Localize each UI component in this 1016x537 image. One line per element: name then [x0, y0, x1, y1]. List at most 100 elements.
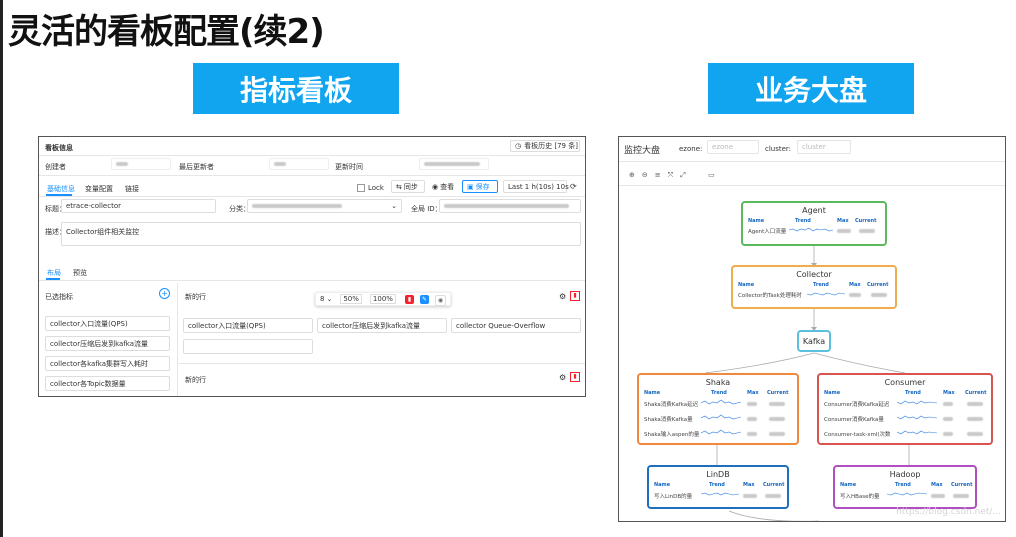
metric-row-name: Collector的Task处理耗时	[738, 293, 802, 299]
title-input-value: etrace-collector	[66, 202, 121, 210]
node-hadoop[interactable]: Hadoop Name Trend Max Current 写入HBase的量	[833, 465, 977, 509]
max-value-redacted	[849, 293, 861, 297]
delete-icon[interactable]: ▮	[405, 295, 414, 304]
current-value-redacted	[859, 229, 875, 233]
history-button[interactable]: ◷ 看板历史 [79 条]	[510, 140, 580, 152]
col-header-name: Name	[644, 390, 661, 396]
col-header-trend: Trend	[709, 482, 725, 488]
business-board-screenshot: 监控大盘 ezone: ezone cluster: cluster ⊕⊖≡⤧⤢…	[618, 136, 1006, 522]
banner-business-board: 业务大盘	[708, 63, 914, 114]
add-metric-icon[interactable]: +	[159, 288, 170, 299]
metric-row-name: Shaka消费Kafka量	[644, 417, 693, 423]
trend-sparkline	[807, 292, 845, 296]
chevron-down-icon: ⌄	[326, 295, 333, 303]
zoom-50-button[interactable]: 50%	[340, 294, 362, 304]
current-value-redacted	[769, 402, 785, 406]
col-header-current: Current	[763, 482, 785, 488]
slide-left-border	[0, 0, 3, 537]
col-header-trend: Trend	[895, 482, 911, 488]
new-row-label: 新的行	[185, 293, 206, 301]
node-consumer[interactable]: Consumer Name Trend Max Current Consumer…	[817, 373, 993, 445]
update-time-label: 更新时间	[335, 163, 363, 171]
view-button[interactable]: ◉ 查看	[427, 180, 460, 193]
trend-sparkline	[789, 227, 833, 232]
row-metric-empty-slot[interactable]	[183, 339, 313, 354]
max-value-redacted	[747, 432, 757, 436]
selected-metric-item[interactable]: collector各kafka集群写入耗时	[45, 356, 170, 371]
col-header-current: Current	[965, 390, 987, 396]
metric-row-name: Consumer消费Kafka延迟	[824, 402, 890, 408]
tab-basic-info[interactable]: 基础信息	[47, 184, 75, 194]
current-value-redacted	[967, 417, 983, 421]
node-lindb[interactable]: LinDB Name Trend Max Current 写入LinDB的量	[647, 465, 789, 509]
node-kafka[interactable]: Kafka	[797, 330, 831, 352]
description-textarea[interactable]: Collector组件相关监控	[61, 222, 581, 246]
updater-value	[269, 158, 329, 170]
col-header-name: Name	[824, 390, 841, 396]
row-delete-icon[interactable]: ▮	[570, 291, 580, 301]
new-row-label-2: 新的行	[185, 376, 206, 384]
col-header-trend: Trend	[711, 390, 727, 396]
metric-row-name: 写入HBase的量	[840, 494, 880, 500]
lock-checkbox[interactable]: Lock	[357, 184, 384, 192]
span-select[interactable]: 8	[320, 295, 324, 303]
current-value-redacted	[769, 432, 785, 436]
selected-metric-item[interactable]: collector各Topic数据量	[45, 376, 170, 391]
time-range-label: Last 1 h(10s) 10s	[508, 182, 569, 191]
col-header-trend: Trend	[905, 390, 921, 396]
category-select[interactable]: ⌄	[247, 199, 402, 213]
edit-icon[interactable]: ✎	[420, 295, 429, 304]
max-value-redacted	[943, 402, 953, 406]
max-value-redacted	[943, 417, 953, 421]
node-agent-title: Agent	[802, 206, 826, 215]
flow-connectors	[704, 246, 910, 521]
node-hadoop-title: Hadoop	[889, 470, 921, 479]
row2-delete-icon[interactable]: ▮	[570, 372, 580, 382]
history-button-label: 看板历史 [79 条]	[524, 142, 578, 150]
metric-row-name: Consumer-task-xml(次数	[824, 432, 891, 438]
refresh-icon[interactable]: ⟳	[570, 182, 577, 191]
creator-value	[111, 158, 171, 170]
row-settings-icon[interactable]: ⚙	[559, 292, 566, 301]
current-value-redacted	[765, 494, 781, 498]
node-collector[interactable]: Collector Name Trend Max Current Collect…	[731, 265, 897, 309]
tab-preview[interactable]: 预览	[73, 268, 87, 278]
trend-sparkline	[701, 399, 741, 435]
max-value-redacted	[931, 494, 945, 498]
metric-row-name: Consumer消费Kafka量	[824, 417, 884, 423]
zoom-100-button[interactable]: 100%	[369, 294, 396, 304]
row-metric-slot[interactable]: collector压缩后发到kafka流量	[317, 318, 447, 333]
trend-sparkline	[701, 492, 739, 496]
global-id-input[interactable]	[439, 199, 581, 213]
creator-label: 创建者	[45, 163, 66, 171]
title-input[interactable]: etrace-collector	[61, 199, 216, 213]
current-value-redacted	[871, 293, 887, 297]
max-value-redacted	[747, 402, 757, 406]
selected-metrics-label: 已选指标	[45, 293, 73, 301]
node-agent[interactable]: Agent Name Trend Max Current Agent入口流量	[741, 201, 887, 246]
time-range-picker[interactable]: Last 1 h(10s) 10s	[503, 180, 569, 193]
banner-metric-dashboard: 指标看板	[193, 63, 399, 114]
trend-sparkline	[897, 400, 937, 435]
sync-button[interactable]: ⇆ 同步	[391, 180, 425, 193]
row-metric-slot[interactable]: collector入口流量(QPS)	[183, 318, 313, 333]
max-value-redacted	[747, 417, 757, 421]
selected-metric-item[interactable]: collector入口流量(QPS)	[45, 316, 170, 331]
tab-variables[interactable]: 变量配置	[85, 184, 113, 194]
selected-metric-item[interactable]: collector压缩后发到kafka流量	[45, 336, 170, 351]
sync-icon: ⇆	[396, 182, 402, 191]
trend-sparkline	[887, 492, 927, 496]
col-header-name: Name	[748, 218, 765, 224]
tab-links[interactable]: 链接	[125, 184, 139, 194]
update-time-value	[419, 158, 489, 170]
node-shaka[interactable]: Shaka Name Trend Max Current Shaka消费Kafk…	[637, 373, 799, 445]
max-value-redacted	[743, 494, 757, 498]
node-collector-title: Collector	[796, 270, 832, 279]
row-metric-slot[interactable]: collector Queue-Overflow	[451, 318, 581, 333]
col-header-current: Current	[867, 282, 889, 288]
max-value-redacted	[837, 229, 851, 233]
save-button[interactable]: ▣ 保存	[462, 180, 498, 193]
row2-settings-icon[interactable]: ⚙	[559, 373, 566, 382]
preview-eye-icon[interactable]: ◉	[435, 295, 446, 306]
tab-layout[interactable]: 布局	[47, 268, 61, 278]
